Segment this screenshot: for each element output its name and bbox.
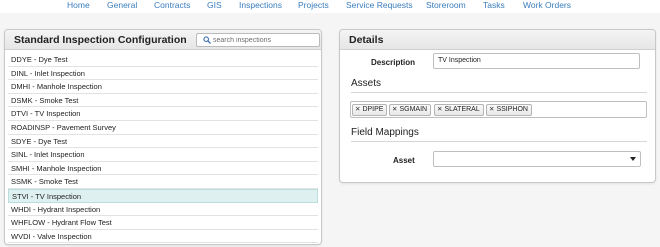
- search-input[interactable]: [213, 35, 317, 46]
- list-item[interactable]: ROADINSP - Pavement Survey: [8, 121, 318, 135]
- panel-title: Standard Inspection Configuration: [14, 34, 187, 46]
- inspection-config-panel: Standard Inspection Configuration DDYE -…: [4, 29, 322, 245]
- description-label: Description: [371, 58, 416, 67]
- asset-label: Asset: [393, 156, 415, 165]
- nav-service-requests[interactable]: Service Requests: [346, 0, 413, 11]
- list-item[interactable]: WVDI - Valve Inspection: [8, 230, 318, 244]
- nav-inspections[interactable]: Inspections: [239, 0, 282, 11]
- nav-storeroom[interactable]: Storeroom: [426, 0, 466, 11]
- nav-contracts[interactable]: Contracts: [154, 0, 190, 11]
- close-icon[interactable]: ✕: [355, 105, 360, 115]
- nav-general[interactable]: General: [107, 0, 137, 11]
- divider: [351, 92, 647, 93]
- details-panel: Details Description TV Inspection Assets…: [339, 29, 656, 183]
- list-item[interactable]: DINL - Inlet Inspection: [8, 67, 318, 81]
- list-item[interactable]: SSMK - Smoke Test: [8, 175, 318, 189]
- close-icon[interactable]: ✕: [392, 105, 397, 115]
- search-icon: [203, 36, 211, 44]
- list-item[interactable]: DDYE - Dye Test: [8, 53, 318, 67]
- list-item[interactable]: DMHI - Manhole Inspection: [8, 80, 318, 94]
- asset-tag: ✕ SGMAIN: [389, 104, 432, 116]
- asset-tag: ✕ SLATERAL: [434, 104, 484, 116]
- assets-tag-input[interactable]: ✕ DPIPE ✕ SGMAIN ✕ SLATERAL ✕ SSIPHON: [350, 101, 647, 118]
- asset-select[interactable]: [433, 151, 641, 167]
- asset-tag-label: DPIPE: [362, 106, 384, 113]
- nav-home[interactable]: Home: [67, 0, 90, 11]
- list-item[interactable]: DSMK - Smoke Test: [8, 94, 318, 108]
- top-nav: Home General Contracts GIS Inspections P…: [0, 0, 660, 13]
- nav-gis[interactable]: GIS: [207, 0, 222, 11]
- list-item-selected[interactable]: STVI - TV Inspection: [8, 189, 318, 203]
- panel-header: Standard Inspection Configuration: [5, 30, 321, 50]
- list-item[interactable]: SINL - Inlet Inspection: [8, 148, 318, 162]
- nav-work-orders[interactable]: Work Orders: [523, 0, 571, 11]
- list-item[interactable]: SMHI - Manhole Inspection: [8, 162, 318, 176]
- asset-tag-label: SLATERAL: [444, 106, 480, 113]
- panel-header: Details: [340, 30, 655, 50]
- close-icon[interactable]: ✕: [489, 105, 494, 115]
- assets-heading: Assets: [351, 78, 382, 89]
- nav-tasks[interactable]: Tasks: [483, 0, 505, 11]
- panel-title: Details: [349, 34, 384, 46]
- close-icon[interactable]: ✕: [437, 105, 442, 115]
- asset-tag: ✕ DPIPE: [352, 104, 388, 116]
- search-box[interactable]: [196, 33, 320, 47]
- inspection-list: DDYE - Dye Test DINL - Inlet Inspection …: [8, 53, 318, 244]
- asset-tag-label: SGMAIN: [399, 106, 428, 113]
- divider: [351, 141, 647, 142]
- field-mappings-heading: Field Mappings: [351, 127, 419, 138]
- caret-down-icon: [630, 157, 636, 161]
- description-field[interactable]: TV Inspection: [433, 53, 640, 69]
- asset-tag: ✕ SSIPHON: [486, 104, 532, 116]
- list-item[interactable]: DTVI - TV Inspection: [8, 107, 318, 121]
- list-item[interactable]: WHDI - Hydrant Inspection: [8, 203, 318, 217]
- list-item[interactable]: SDYE - Dye Test: [8, 135, 318, 149]
- asset-tag-label: SSIPHON: [496, 106, 528, 113]
- list-item[interactable]: WHFLOW - Hydrant Flow Test: [8, 216, 318, 230]
- nav-projects[interactable]: Projects: [298, 0, 329, 11]
